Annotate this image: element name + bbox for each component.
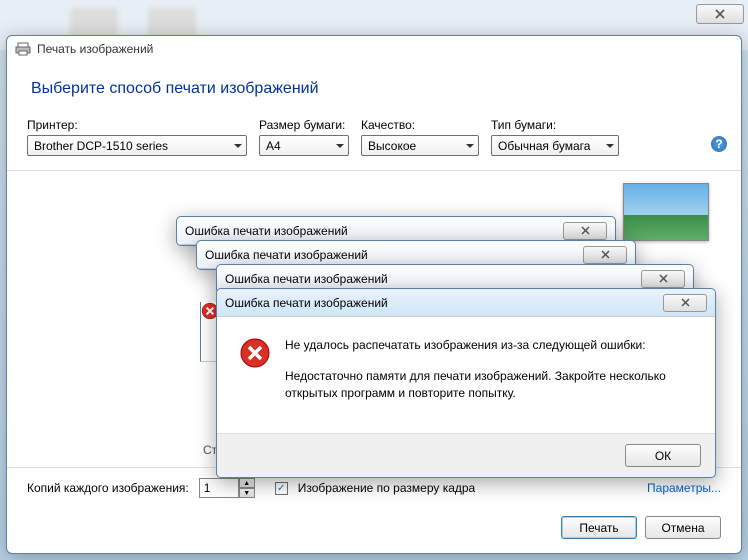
paper-type-dropdown[interactable]: Обычная бумага [491, 135, 619, 156]
printer-dropdown[interactable]: Brother DCP-1510 series [27, 135, 247, 156]
error-title: Ошибка печати изображений [225, 272, 641, 286]
chevron-down-icon [234, 144, 242, 148]
quality-dropdown[interactable]: Высокое [361, 135, 479, 156]
copies-spinner[interactable]: ▲ ▼ [199, 478, 255, 498]
title-bar: Печать изображений [7, 36, 741, 62]
error-title-bar[interactable]: Ошибка печати изображений [217, 289, 715, 317]
paper-size-dropdown[interactable]: A4 [259, 135, 349, 156]
error-text: Не удалось распечатать изображения из-за… [285, 337, 693, 419]
fit-frame-checkbox[interactable]: ✓ [275, 482, 288, 495]
error-title: Ошибка печати изображений [225, 296, 663, 310]
window-title: Печать изображений [37, 42, 153, 56]
error-dialog-active: Ошибка печати изображений Не удалось рас… [216, 288, 716, 478]
copies-down-button[interactable]: ▼ [239, 488, 255, 498]
options-bar: Принтер: Brother DCP-1510 series Размер … [7, 118, 741, 160]
quality-value: Высокое [368, 139, 416, 153]
chevron-down-icon [336, 144, 344, 148]
cancel-button[interactable]: Отмена [645, 516, 721, 539]
error-title: Ошибка печати изображений [205, 248, 583, 262]
close-button[interactable] [583, 246, 627, 264]
paper-type-value: Обычная бумага [498, 139, 590, 153]
options-link[interactable]: Параметры... [647, 481, 721, 495]
close-button[interactable] [663, 294, 707, 312]
printer-value: Brother DCP-1510 series [34, 139, 168, 153]
error-message: Не удалось распечатать изображения из-за… [285, 337, 693, 354]
ok-button[interactable]: ОК [625, 444, 701, 467]
footer-buttons: Печать Отмена [7, 508, 741, 553]
paper-type-label: Тип бумаги: [491, 118, 619, 132]
chevron-down-icon [466, 144, 474, 148]
fit-frame-label: Изображение по размеру кадра [298, 481, 475, 495]
quality-label: Качество: [361, 118, 479, 132]
error-detail: Недостаточно памяти для печати изображен… [285, 368, 693, 402]
close-button[interactable] [641, 270, 685, 288]
error-title: Ошибка печати изображений [185, 224, 563, 238]
copies-label: Копий каждого изображения: [27, 481, 189, 495]
printer-icon [15, 42, 31, 56]
parent-window-close-button[interactable] [696, 4, 744, 24]
chevron-down-icon [606, 144, 614, 148]
error-icon [239, 337, 271, 369]
paper-size-label: Размер бумаги: [259, 118, 349, 132]
printer-label: Принтер: [27, 118, 247, 132]
copies-up-button[interactable]: ▲ [239, 478, 255, 488]
paper-size-value: A4 [266, 139, 281, 153]
header-text: Выберите способ печати изображений [7, 62, 741, 118]
print-button[interactable]: Печать [561, 516, 637, 539]
copies-input[interactable] [199, 478, 239, 498]
layout-thumbnail[interactable] [623, 183, 709, 241]
help-icon[interactable]: ? [711, 136, 727, 152]
close-button[interactable] [563, 222, 607, 240]
